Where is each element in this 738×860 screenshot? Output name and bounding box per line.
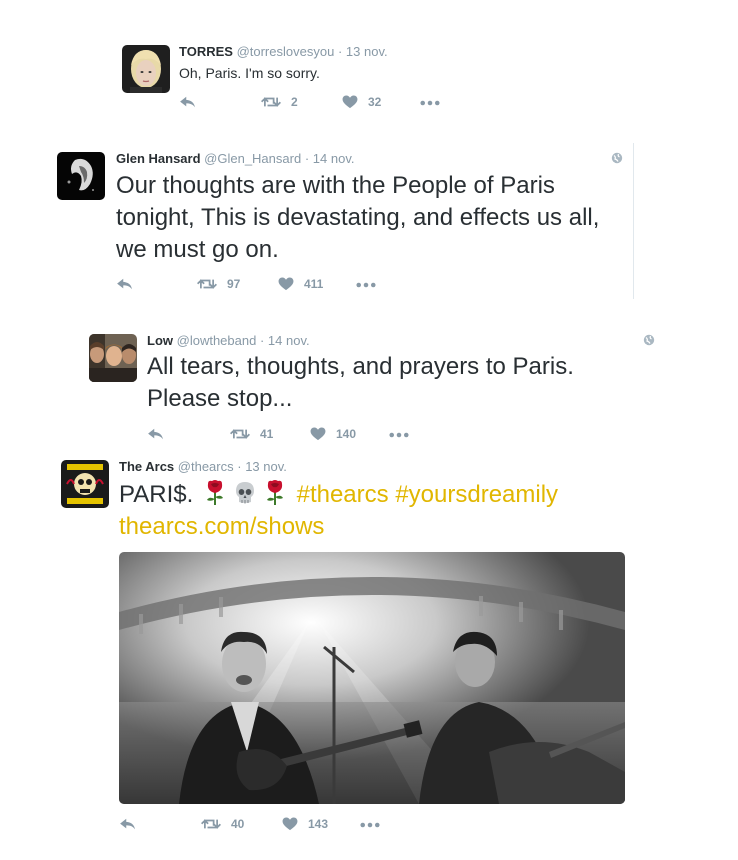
- retweet-count: 97: [227, 277, 241, 291]
- globe-icon: [611, 152, 623, 164]
- reply-icon: [119, 817, 137, 831]
- reply-button[interactable]: [116, 277, 134, 291]
- retweet-icon: [201, 817, 221, 831]
- tweet-header: TORRES @torreslovesyou · 13 nov.: [179, 44, 388, 60]
- like-button[interactable]: 140: [310, 427, 356, 441]
- rose-emoji: [263, 480, 287, 506]
- like-count: 140: [336, 427, 357, 441]
- like-count: 411: [304, 277, 324, 291]
- thread-divider: [633, 143, 634, 299]
- reply-button[interactable]: [179, 95, 197, 109]
- display-name[interactable]: TORRES: [179, 44, 233, 59]
- timestamp[interactable]: 13 nov.: [245, 459, 287, 474]
- tweet-actions: 97 411: [116, 277, 416, 293]
- separator: ·: [337, 44, 343, 59]
- username[interactable]: @lowtheband: [177, 333, 257, 348]
- avatar[interactable]: [122, 45, 170, 93]
- more-icon: [360, 822, 380, 828]
- tweet-actions: 41 140: [147, 427, 447, 443]
- reply-button[interactable]: [119, 817, 137, 831]
- retweet-button[interactable]: 40: [201, 817, 244, 831]
- hashtag-link[interactable]: #yoursdreamily: [395, 481, 558, 508]
- tweet-text-main: PARI$.: [119, 481, 194, 508]
- tweet-text: Our thoughts are with the People of Pari…: [116, 172, 600, 263]
- retweet-count: 2: [291, 95, 298, 109]
- tweet-actions: 40 143: [119, 817, 419, 833]
- retweet-count: 41: [260, 427, 274, 441]
- timestamp[interactable]: 13 nov.: [346, 44, 388, 59]
- globe-icon: [643, 334, 655, 346]
- more-button[interactable]: [420, 100, 440, 106]
- timestamp[interactable]: 14 nov.: [268, 333, 310, 348]
- retweet-icon: [261, 95, 281, 109]
- more-button[interactable]: [389, 432, 409, 438]
- retweet-button[interactable]: 2: [261, 95, 298, 109]
- tweet-text: All tears, thoughts, and prayers to Pari…: [147, 353, 574, 412]
- heart-icon: [278, 277, 294, 291]
- username[interactable]: @thearcs: [178, 459, 234, 474]
- reply-button[interactable]: [147, 427, 165, 441]
- tweet-header: Low @lowtheband · 14 nov.: [147, 333, 310, 349]
- more-icon: [356, 282, 376, 288]
- hashtag-link[interactable]: #thearcs: [297, 481, 389, 508]
- username[interactable]: @torreslovesyou: [237, 44, 335, 59]
- retweet-button[interactable]: 97: [197, 277, 240, 291]
- like-count: 32: [368, 95, 382, 109]
- more-icon: [389, 432, 409, 438]
- retweet-count: 40: [231, 817, 245, 831]
- separator: ·: [237, 459, 242, 474]
- tweet-header: The Arcs @thearcs · 13 nov.: [119, 459, 287, 475]
- skull-emoji: [233, 480, 257, 506]
- tweet-text: PARI$. #thearcs #yoursdreamily thearcs.c…: [119, 479, 639, 543]
- like-button[interactable]: 143: [282, 817, 328, 831]
- retweet-icon: [197, 277, 217, 291]
- reply-icon: [116, 277, 134, 291]
- display-name[interactable]: Glen Hansard: [116, 151, 201, 166]
- heart-icon: [342, 95, 358, 109]
- tweet-header: Glen Hansard @Glen_Hansard · 14 nov.: [116, 151, 354, 167]
- more-button[interactable]: [360, 822, 380, 828]
- reply-icon: [147, 427, 165, 441]
- reply-icon: [179, 95, 197, 109]
- like-button[interactable]: 411: [278, 277, 323, 291]
- avatar[interactable]: [89, 334, 137, 382]
- separator: ·: [304, 151, 310, 166]
- url-link[interactable]: thearcs.com/shows: [119, 513, 324, 540]
- tweet-media-photo[interactable]: [119, 552, 625, 804]
- tweet-actions: 2 32: [179, 95, 479, 111]
- separator: ·: [259, 333, 265, 348]
- like-count: 143: [308, 817, 329, 831]
- timestamp[interactable]: 14 nov.: [313, 151, 355, 166]
- like-button[interactable]: 32: [342, 95, 381, 109]
- retweet-button[interactable]: 41: [230, 427, 273, 441]
- retweet-icon: [230, 427, 250, 441]
- rose-emoji: [203, 480, 227, 506]
- username[interactable]: @Glen_Hansard: [204, 151, 301, 166]
- avatar[interactable]: [61, 460, 109, 508]
- more-button[interactable]: [356, 282, 376, 288]
- heart-icon: [282, 817, 298, 831]
- display-name[interactable]: Low: [147, 333, 173, 348]
- heart-icon: [310, 427, 326, 441]
- avatar[interactable]: [57, 152, 105, 200]
- tweet-text: Oh, Paris. I'm so sorry.: [179, 65, 320, 81]
- display-name[interactable]: The Arcs: [119, 459, 174, 474]
- more-icon: [420, 100, 440, 106]
